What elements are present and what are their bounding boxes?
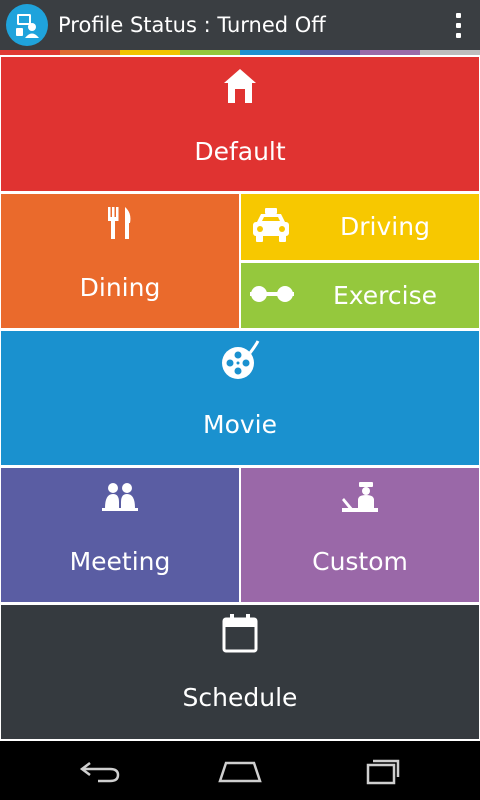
dumbbell-icon [250,282,294,310]
film-reel-icon [218,339,262,387]
tile-movie[interactable]: Movie [1,331,479,465]
tile-dining[interactable]: Dining [1,194,239,328]
tile-default-label: Default [194,137,286,166]
fork-knife-icon [106,206,134,244]
overflow-menu-icon[interactable] [444,8,472,42]
color-stripe [0,50,480,55]
tile-exercise[interactable]: Exercise [241,263,479,328]
tile-driving[interactable]: Driving [241,194,479,260]
tile-meeting[interactable]: Meeting [1,468,239,602]
page-title: Profile Status : Turned Off [58,13,326,37]
calendar-icon [222,613,258,657]
action-bar: Profile Status : Turned Off [0,0,480,50]
tile-schedule[interactable]: Schedule [1,605,479,739]
tile-custom[interactable]: Custom [241,468,479,602]
home-icon [222,67,258,109]
tile-default[interactable]: Default [1,57,479,191]
taxi-icon [250,207,292,249]
tile-driving-label: Driving [340,212,430,241]
tile-exercise-label: Exercise [332,281,438,310]
back-icon[interactable] [70,753,130,789]
recents-icon[interactable] [352,753,412,789]
tile-movie-label: Movie [203,410,277,439]
tile-dining-label: Dining [79,273,161,302]
officer-desk-icon [340,480,380,518]
tile-schedule-label: Schedule [182,683,298,712]
tile-meeting-label: Meeting [69,547,171,576]
home-nav-icon[interactable] [210,753,270,789]
navigation-bar [0,741,480,800]
profile-app-icon[interactable] [6,4,48,46]
people-icon [100,482,140,516]
tile-custom-label: Custom [312,547,408,576]
